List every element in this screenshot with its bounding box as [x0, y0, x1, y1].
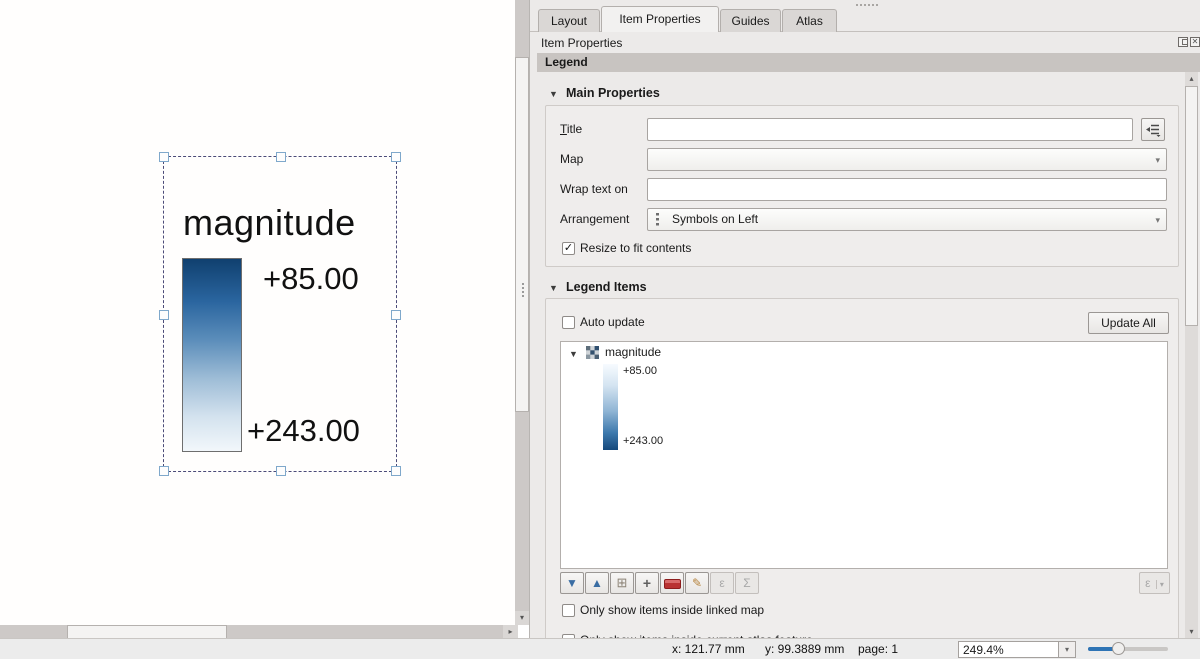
- scroll-up-button[interactable]: ▴: [1185, 72, 1198, 85]
- tree-ramp-max-label: +85.00: [623, 365, 657, 377]
- filter-expression-glyph: ε: [1145, 576, 1150, 590]
- add-item-button[interactable]: +: [635, 572, 659, 594]
- resize-handle-se[interactable]: [391, 466, 401, 476]
- cursor-x-coordinate: x: 121.77 mm: [672, 642, 745, 656]
- zoom-slider-handle[interactable]: [1112, 642, 1125, 655]
- zoom-slider[interactable]: [1088, 647, 1168, 651]
- resize-handle-n[interactable]: [276, 152, 286, 162]
- canvas-legend-title: magnitude: [183, 202, 356, 244]
- tree-gradient-ramp: [603, 364, 618, 450]
- legend-item-selection[interactable]: magnitude +85.00 +243.00: [163, 156, 397, 472]
- remove-item-icon: [664, 579, 681, 589]
- main-properties-header[interactable]: Main Properties: [566, 86, 660, 100]
- canvas-gradient-max-label: +85.00: [263, 261, 359, 297]
- title-label: Title: [560, 118, 582, 141]
- splitter-grip-dots: [522, 283, 524, 285]
- add-group-button[interactable]: ⊞: [610, 572, 634, 594]
- tree-ramp-min-label: +243.00: [623, 435, 663, 447]
- status-bar: x: 121.77 mm y: 99.3889 mm page: 1 249.4…: [0, 638, 1200, 659]
- chevron-down-icon: ▾: [1156, 580, 1164, 589]
- move-item-up-button[interactable]: ▲: [585, 572, 609, 594]
- chevron-down-icon[interactable]: ▾: [1058, 642, 1075, 657]
- dock-tab-bar: Layout Item Properties Guides Atlas: [530, 0, 1200, 32]
- qgis-layout-window: magnitude +85.00 +243.00 ▾ ▸ Layout: [0, 0, 1200, 659]
- map-combobox[interactable]: ▾: [647, 148, 1167, 171]
- dock-title: Item Properties: [541, 36, 622, 50]
- tab-layout[interactable]: Layout: [538, 9, 600, 32]
- page-indicator: page: 1: [858, 642, 898, 656]
- symbol-expression-button[interactable]: ε: [710, 572, 734, 594]
- symbols-left-icon: [656, 213, 659, 226]
- only-linked-map-checkbox[interactable]: [562, 604, 575, 617]
- collapse-arrow-icon[interactable]: ▼: [549, 283, 558, 293]
- resize-to-fit-checkbox[interactable]: ✓: [562, 242, 575, 255]
- wrap-text-input[interactable]: [647, 178, 1167, 201]
- filter-expression-button[interactable]: ε ▾: [1139, 572, 1170, 594]
- canvas-gradient-min-label: +243.00: [247, 413, 360, 449]
- legend-items-group: Auto update Update All ▼ magnitude +85.0…: [545, 298, 1179, 643]
- chevron-down-icon: ▾: [1155, 209, 1160, 231]
- scroll-down-button[interactable]: ▾: [515, 611, 529, 625]
- legend-items-tree[interactable]: ▼ magnitude +85.00 +243.00: [560, 341, 1168, 569]
- move-item-down-button[interactable]: ▼: [560, 572, 584, 594]
- canvas-horizontal-scrollbar[interactable]: ▸: [0, 625, 518, 639]
- edit-item-button[interactable]: ✎: [685, 572, 709, 594]
- raster-layer-icon: [586, 346, 599, 359]
- auto-update-label: Auto update: [580, 315, 645, 329]
- layout-canvas[interactable]: magnitude +85.00 +243.00: [0, 0, 515, 625]
- only-linked-map-label: Only show items inside linked map: [580, 603, 764, 617]
- auto-update-checkbox[interactable]: [562, 316, 575, 329]
- dock-drag-grip: [856, 4, 858, 6]
- canvas-gradient-ramp: [182, 258, 242, 452]
- panel-scrollbar-thumb[interactable]: [1185, 86, 1198, 326]
- tab-guides[interactable]: Guides: [720, 9, 781, 32]
- tab-atlas[interactable]: Atlas: [782, 9, 837, 32]
- map-label: Map: [560, 148, 583, 171]
- item-properties-dock: Layout Item Properties Guides Atlas Item…: [529, 0, 1200, 638]
- sum-symbols-button[interactable]: Σ: [735, 572, 759, 594]
- tab-item-properties[interactable]: Item Properties: [601, 6, 719, 32]
- arrangement-combobox[interactable]: Symbols on Left ▾: [647, 208, 1167, 231]
- tree-layer-label[interactable]: magnitude: [605, 345, 661, 359]
- resize-handle-s[interactable]: [276, 466, 286, 476]
- close-panel-icon[interactable]: ✕: [1190, 37, 1200, 47]
- canvas-vertical-scrollbar[interactable]: ▾: [515, 0, 529, 625]
- update-all-button[interactable]: Update All: [1088, 312, 1169, 334]
- float-inner-square: [1182, 39, 1188, 45]
- main-properties-group: Title Map ▾ Wrap text on Arrangement: [545, 105, 1179, 267]
- float-panel-icon[interactable]: [1178, 37, 1188, 47]
- zoom-level-combobox[interactable]: 249.4% ▾: [958, 641, 1076, 658]
- legend-items-header[interactable]: Legend Items: [566, 280, 647, 294]
- resize-handle-w[interactable]: [159, 310, 169, 320]
- cursor-y-coordinate: y: 99.3889 mm: [765, 642, 844, 656]
- zoom-level-value: 249.4%: [963, 643, 1004, 657]
- chevron-down-icon: ▾: [1155, 149, 1160, 171]
- canvas-vertical-scrollbar-thumb[interactable]: [515, 57, 529, 412]
- tree-expand-arrow-icon[interactable]: ▼: [569, 349, 578, 359]
- panel-vertical-scrollbar[interactable]: ▴ ▾: [1185, 72, 1198, 638]
- data-defined-override-icon: [1145, 123, 1161, 137]
- collapse-arrow-icon[interactable]: ▼: [549, 89, 558, 99]
- resize-handle-nw[interactable]: [159, 152, 169, 162]
- data-defined-override-button[interactable]: [1141, 118, 1165, 141]
- remove-item-button[interactable]: [660, 572, 684, 594]
- scroll-right-button[interactable]: ▸: [503, 625, 518, 639]
- wrap-text-label: Wrap text on: [560, 178, 628, 201]
- resize-handle-e[interactable]: [391, 310, 401, 320]
- panel-section-header: Legend: [537, 53, 1200, 72]
- resize-handle-ne[interactable]: [391, 152, 401, 162]
- resize-to-fit-label: Resize to fit contents: [580, 241, 691, 255]
- title-input[interactable]: [647, 118, 1133, 141]
- arrangement-combobox-value: Symbols on Left: [672, 212, 758, 226]
- scroll-down-button[interactable]: ▾: [1185, 625, 1198, 638]
- arrangement-label: Arrangement: [560, 208, 629, 231]
- canvas-horizontal-scrollbar-thumb[interactable]: [67, 625, 227, 639]
- resize-handle-sw[interactable]: [159, 466, 169, 476]
